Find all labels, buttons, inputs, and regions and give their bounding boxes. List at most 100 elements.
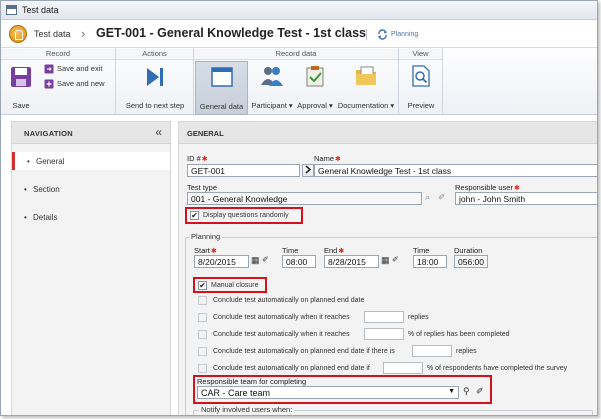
responsible-user-field[interactable]: john - John Smith (455, 192, 597, 205)
documentation-button[interactable]: Documentation ▾ (336, 61, 396, 115)
responsible-user-label: Responsible user✱ (455, 183, 520, 192)
ribbon-group-label: Record (1, 49, 115, 60)
preview-icon (412, 65, 430, 87)
clear-team-icon[interactable]: ✐ (476, 386, 484, 397)
breadcrumb-test-data[interactable]: Test data (34, 29, 71, 39)
percent-replies-suffix: % of replies has been completed (408, 331, 510, 338)
display-randomly-label: Display questions randomly (203, 212, 289, 219)
conclude-replies-checkbox[interactable] (198, 313, 207, 322)
test-type-field[interactable]: 001 - General Knowledge (187, 192, 422, 205)
end-time-label: Time (413, 246, 430, 255)
end-date-field[interactable]: 8/28/2015 (324, 255, 379, 268)
clear-date-icon[interactable]: ✐ (392, 255, 399, 264)
id-next-button[interactable] (302, 164, 314, 177)
save-icon (11, 67, 31, 87)
preview-button[interactable]: Preview (401, 61, 441, 115)
conclude-percent-replies-checkbox[interactable] (198, 330, 207, 339)
responsible-team-select[interactable]: CAR - Care team ▼ (197, 386, 459, 399)
nav-item-details[interactable]: • Details (12, 208, 170, 226)
conclude-if-replies-checkbox[interactable] (198, 347, 207, 356)
nav-item-section[interactable]: • Section (12, 180, 170, 198)
ribbon-group-actions: Actions Send to next step (116, 48, 194, 115)
notify-fieldset-label: Notify involved users when: (199, 405, 295, 414)
nav-item-general[interactable]: • General (12, 152, 170, 170)
save-and-new-button[interactable]: Save and new (44, 79, 105, 89)
collapse-navigation-icon[interactable]: « (155, 125, 162, 139)
save-button[interactable]: Save (5, 61, 37, 115)
chevron-right-icon (305, 165, 312, 174)
save-and-exit-icon (44, 64, 54, 74)
participant-button[interactable]: Participant ▾ (250, 61, 294, 115)
send-to-next-step-button[interactable]: Send to next step (120, 61, 190, 115)
nav-item-label: Details (33, 213, 58, 222)
if-replies-suffix: replies (456, 348, 477, 355)
calendar-icon[interactable]: ▦ (251, 255, 260, 266)
name-label: Name✱ (314, 154, 341, 163)
conclude-percent-replies-label: Conclude test automatically when it reac… (213, 331, 350, 338)
conclude-if-percent-label: Conclude test automatically on planned e… (213, 365, 370, 372)
breadcrumb-separator: › (81, 26, 86, 41)
section-title: GENERAL (187, 129, 224, 138)
ribbon-group-label: Actions (116, 49, 193, 60)
clear-date-icon[interactable]: ✐ (262, 255, 269, 264)
nav-item-label: Section (33, 185, 60, 194)
window-icon (6, 5, 17, 15)
record-header: Test data › GET-001 - General Knowledge … (1, 20, 597, 47)
page-title: GET-001 - General Knowledge Test - 1st c… (96, 26, 367, 40)
ribbon-group-record-data: Record data General data Participant ▾ A… (194, 48, 399, 115)
documentation-icon (356, 66, 376, 85)
save-and-new-icon (44, 79, 54, 89)
ribbon-group-view: View Preview (399, 48, 443, 115)
ribbon-group-label: Record data (194, 49, 398, 60)
general-panel-header: GENERAL (179, 122, 597, 144)
navigation-title: NAVIGATION (24, 129, 73, 138)
general-data-button[interactable]: General data (195, 61, 248, 115)
general-data-icon (211, 67, 233, 87)
manual-closure-checkbox[interactable]: ✔ (198, 281, 207, 290)
save-and-new-label: Save and new (57, 79, 105, 88)
responsible-team-value: CAR - Care team (201, 388, 271, 398)
if-replies-input[interactable] (412, 345, 452, 357)
start-time-label: Time (282, 246, 299, 255)
start-date-field[interactable]: 8/20/2015 (194, 255, 249, 268)
display-randomly-checkbox[interactable]: ✔ (190, 211, 199, 220)
calendar-icon[interactable]: ▦ (381, 255, 390, 266)
id-field[interactable]: GET-001 (187, 164, 300, 177)
if-percent-suffix: % of respondents have completed the surv… (427, 365, 568, 372)
send-to-next-step-label: Send to next step (125, 101, 185, 110)
search-icon[interactable]: ⌕ (425, 192, 430, 203)
name-field[interactable]: General Knowledge Test - 1st class (314, 164, 597, 177)
ribbon-group-label: View (399, 49, 442, 60)
planning-fieldset-label: Planning (189, 232, 223, 241)
end-time-field[interactable]: 18:00 (413, 255, 447, 268)
window-title: Test data (22, 5, 59, 15)
planning-icon (378, 29, 387, 40)
id-label: ID #✱ (187, 154, 208, 163)
save-and-exit-label: Save and exit (57, 64, 103, 73)
participant-icon (261, 67, 283, 86)
header-divider (366, 29, 367, 40)
binoculars-icon[interactable]: ⚲ (463, 386, 470, 397)
start-time-field[interactable]: 08:00 (282, 255, 316, 268)
approval-button[interactable]: Approval ▾ (295, 61, 335, 115)
planning-status: Planning (391, 31, 419, 38)
save-and-exit-button[interactable]: Save and exit (44, 64, 102, 74)
conclude-on-end-date-checkbox[interactable] (198, 296, 207, 305)
chevron-down-icon: ▼ (448, 388, 455, 395)
test-data-window: Test data Test data › GET-001 - General … (0, 0, 598, 416)
if-percent-input[interactable] (383, 362, 423, 374)
replies-count-input[interactable] (364, 311, 404, 323)
manual-closure-label: Manual closure (211, 282, 259, 289)
general-panel: GENERAL ID #✱ GET-001 Name✱ General Know… (178, 121, 597, 415)
test-type-label: Test type (187, 183, 218, 192)
clear-field-icon[interactable]: ✐ (438, 192, 446, 203)
save-label: Save (12, 101, 30, 110)
preview-label: Preview (407, 101, 435, 110)
percent-replies-input[interactable] (364, 328, 404, 340)
conclude-if-percent-checkbox[interactable] (198, 364, 207, 373)
duration-label: Duration (454, 246, 483, 255)
start-date-label: Start✱ (194, 246, 217, 255)
responsible-team-label: Responsible team for completing (197, 377, 307, 386)
title-bar: Test data (1, 1, 597, 20)
ribbon-toolbar: Record Save Save and exit Save and new A… (1, 47, 597, 115)
